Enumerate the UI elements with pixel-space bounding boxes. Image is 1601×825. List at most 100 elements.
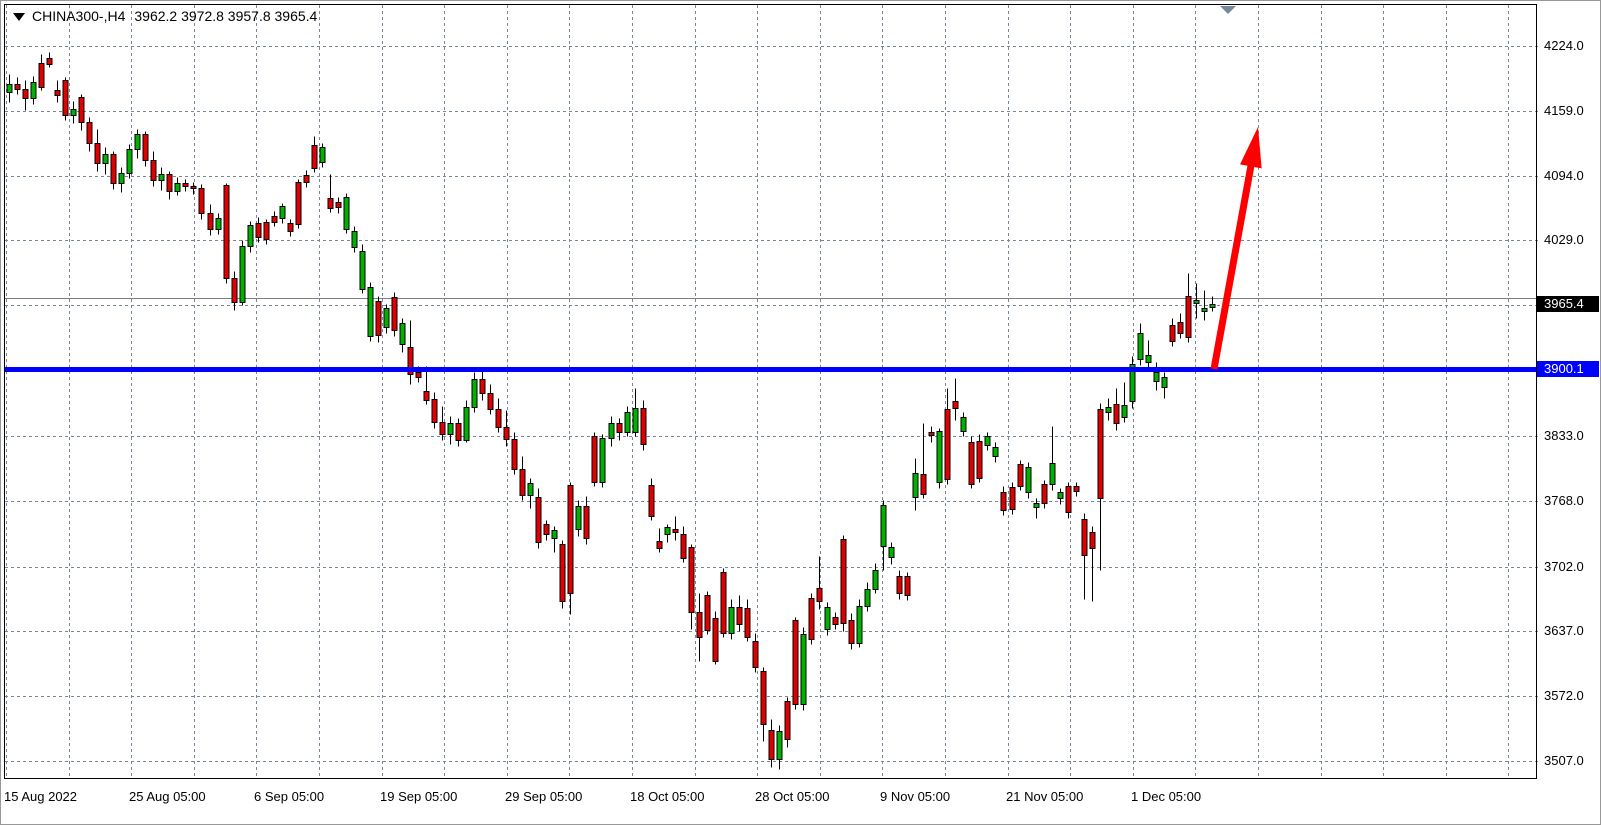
candle-bear bbox=[761, 672, 766, 725]
candle-bear bbox=[849, 621, 854, 644]
candle-bull bbox=[633, 409, 638, 433]
candle-bear bbox=[1074, 487, 1079, 492]
candle-bear bbox=[232, 279, 237, 303]
candle-bull bbox=[729, 608, 734, 634]
candle-bull bbox=[1210, 305, 1215, 308]
candle-bear bbox=[769, 731, 774, 760]
candle-bear bbox=[745, 609, 750, 638]
time-axis-label: 18 Oct 05:00 bbox=[630, 789, 704, 805]
price-chart-plot[interactable] bbox=[0, 0, 1601, 825]
candle-bear bbox=[392, 298, 397, 331]
candle-bull bbox=[352, 232, 357, 248]
candle-bull bbox=[240, 247, 245, 303]
candle-bear bbox=[432, 400, 437, 423]
candle-bull bbox=[1202, 309, 1207, 312]
candle-bear bbox=[1090, 533, 1095, 549]
candle-bear bbox=[833, 618, 838, 625]
price-axis-label: 3768.0 bbox=[1544, 493, 1601, 509]
candle-bear bbox=[456, 424, 461, 441]
candle-bear bbox=[440, 423, 445, 435]
candle-bear bbox=[520, 470, 525, 496]
candle-bear bbox=[681, 535, 686, 559]
candle-bull bbox=[857, 607, 862, 644]
candle-bear bbox=[256, 224, 261, 238]
candle-bear bbox=[785, 702, 790, 740]
candle-bear bbox=[23, 90, 28, 99]
candle-bear bbox=[536, 498, 541, 543]
candle-bull bbox=[1050, 464, 1055, 485]
time-axis-label: 21 Nov 05:00 bbox=[1006, 789, 1083, 805]
candle-bear bbox=[1170, 326, 1175, 342]
candle-bear bbox=[47, 59, 52, 65]
candle-bear bbox=[312, 146, 317, 169]
candle-bear bbox=[969, 443, 974, 485]
candle-bull bbox=[1154, 373, 1159, 382]
candle-bear bbox=[224, 186, 229, 279]
candle-bull bbox=[881, 506, 886, 547]
candle-bull bbox=[448, 424, 453, 435]
price-axis-label: 4159.0 bbox=[1544, 103, 1601, 119]
candle-bear bbox=[376, 302, 381, 336]
price-axis-label: 4094.0 bbox=[1544, 168, 1601, 184]
bid-price-tag: 3965.4 bbox=[1537, 296, 1599, 312]
time-axis-label: 15 Aug 2022 bbox=[4, 789, 77, 805]
candle-bear bbox=[504, 428, 509, 440]
time-axis-label: 19 Sep 05:00 bbox=[380, 789, 457, 805]
candle-bear bbox=[897, 577, 902, 594]
candle-bear bbox=[809, 599, 814, 640]
candle-bear bbox=[151, 161, 156, 181]
candle-bull bbox=[889, 548, 894, 558]
candle-bull bbox=[913, 474, 918, 498]
candle-bull bbox=[1058, 493, 1063, 499]
price-axis-label: 4029.0 bbox=[1544, 232, 1601, 248]
candle-bear bbox=[15, 85, 20, 90]
candle-bear bbox=[416, 373, 421, 378]
time-axis-label: 28 Oct 05:00 bbox=[755, 789, 829, 805]
candle-bull bbox=[1122, 406, 1127, 418]
time-axis-label: 25 Aug 05:00 bbox=[129, 789, 206, 805]
candle-bear bbox=[977, 442, 982, 479]
candle-bull bbox=[1194, 301, 1199, 304]
candle-bull bbox=[31, 83, 36, 99]
candle-bear bbox=[641, 409, 646, 445]
candle-bull bbox=[7, 85, 12, 93]
candle-bear bbox=[945, 410, 950, 480]
candle-bear bbox=[55, 91, 60, 96]
candle-bear bbox=[953, 402, 958, 409]
candle-bull bbox=[937, 432, 942, 483]
chart-title-symbol: CHINA300-,H4 bbox=[32, 8, 125, 24]
candle-bear bbox=[328, 199, 333, 209]
candle-bull bbox=[360, 252, 365, 290]
chart-title: CHINA300-,H4 3962.2 3972.8 3957.8 3965.4 bbox=[13, 8, 317, 24]
trend-arrow-head[interactable] bbox=[1240, 127, 1262, 168]
candle-bear bbox=[713, 619, 718, 662]
candle-bear bbox=[199, 189, 204, 214]
hline-price-tag: 3900.1 bbox=[1537, 361, 1599, 377]
candle-bull bbox=[400, 324, 405, 345]
price-axis-label: 3507.0 bbox=[1544, 753, 1601, 769]
trend-arrow-shaft[interactable] bbox=[1214, 153, 1253, 369]
candle-bear bbox=[488, 394, 493, 410]
candle-bear bbox=[1178, 323, 1183, 334]
symbol-dropdown-icon[interactable] bbox=[13, 13, 25, 21]
candle-bull bbox=[472, 380, 477, 408]
candle-bear bbox=[208, 214, 213, 230]
candle-bull bbox=[873, 571, 878, 590]
candle-bull bbox=[825, 608, 830, 630]
price-axis-label: 3572.0 bbox=[1544, 688, 1601, 704]
candle-bear bbox=[111, 155, 116, 184]
candle-bull bbox=[609, 424, 614, 439]
candle-bull bbox=[865, 590, 870, 607]
candle-bull bbox=[103, 155, 108, 164]
chart-title-ohlc: 3962.2 3972.8 3957.8 3965.4 bbox=[134, 8, 317, 24]
candle-bear bbox=[560, 545, 565, 602]
candle-bear bbox=[737, 608, 742, 625]
candle-bear bbox=[480, 380, 485, 394]
candle-bear bbox=[304, 176, 309, 183]
chart-shift-marker[interactable] bbox=[1220, 6, 1236, 14]
candle-bull bbox=[344, 198, 349, 230]
price-axis-label: 4224.0 bbox=[1544, 38, 1601, 54]
candle-bear bbox=[1018, 465, 1023, 487]
candle-bear bbox=[817, 589, 822, 602]
candle-bear bbox=[1082, 520, 1087, 556]
